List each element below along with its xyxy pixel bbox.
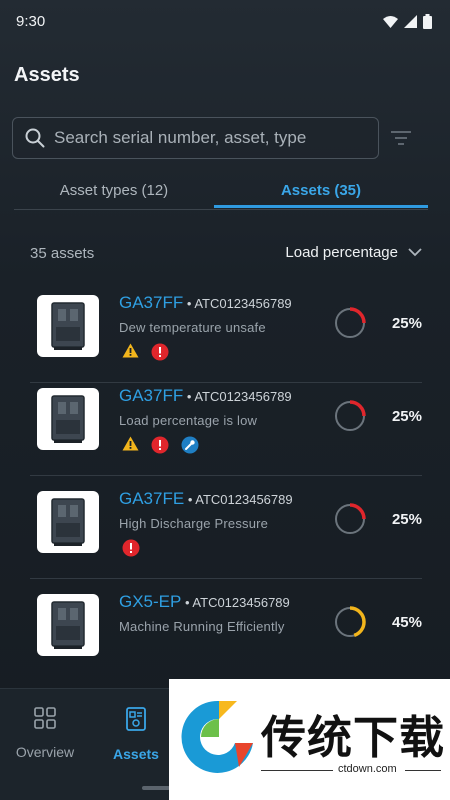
error-icon <box>122 539 140 562</box>
watermark-line-right <box>405 770 441 771</box>
asset-card[interactable]: GX5-EP • ATC0123456789 Machine Running Ef… <box>30 580 422 682</box>
error-icon <box>151 436 169 459</box>
status-bar: 9:30 <box>0 0 450 42</box>
watermark-text: 传统下载 <box>261 711 446 764</box>
asset-status-text: Dew temperature unsafe <box>119 320 266 335</box>
asset-serial: ATC0123456789 <box>195 492 293 507</box>
asset-model: GA37FE <box>119 489 185 508</box>
load-percentage: 45% <box>391 614 422 631</box>
warning-icon <box>122 436 139 459</box>
asset-status-text: High Discharge Pressure <box>119 516 269 531</box>
search-icon <box>25 128 45 148</box>
home-indicator <box>142 786 170 790</box>
status-icons <box>383 14 432 29</box>
battery-icon <box>423 14 432 29</box>
asset-status-text: Load percentage is low <box>119 413 258 428</box>
alert-icons <box>122 343 169 366</box>
sort-dropdown[interactable]: Load percentage <box>285 244 422 261</box>
chevron-down-icon <box>408 248 422 257</box>
load-gauge <box>334 606 366 638</box>
separator-dot: • <box>181 595 193 610</box>
asset-card[interactable]: GA37FE • ATC0123456789 High Discharge Pre… <box>30 477 422 579</box>
tab-asset-types[interactable]: Asset types (12) <box>14 172 214 208</box>
asset-model: GA37FF <box>119 386 184 405</box>
asset-name[interactable]: GA37FF • ATC0123456789 <box>119 293 292 313</box>
nav-assets-label: Assets <box>113 746 159 762</box>
watermark: 传统下载 ctdown.com <box>169 679 450 800</box>
asset-name[interactable]: GX5-EP • ATC0123456789 <box>119 592 290 612</box>
asset-model: GX5-EP <box>119 592 182 611</box>
load-percentage: 25% <box>391 315 422 332</box>
asset-serial: ATC0123456789 <box>194 296 292 311</box>
signal-icon <box>404 15 417 28</box>
warning-icon <box>122 343 139 366</box>
tab-assets[interactable]: Assets (35) <box>214 172 428 208</box>
nav-overview[interactable]: Overview <box>0 707 90 760</box>
separator-dot: • <box>183 296 195 311</box>
error-icon <box>151 343 169 366</box>
load-percentage: 25% <box>391 408 422 425</box>
load-gauge <box>334 400 366 432</box>
load-percentage: 25% <box>391 511 422 528</box>
page-title: Assets <box>14 64 80 86</box>
asset-count: 35 assets <box>30 245 95 262</box>
asset-thumbnail <box>37 388 99 450</box>
asset-model: GA37FF <box>119 293 184 312</box>
assets-icon <box>126 707 146 731</box>
wrench-icon <box>181 436 199 459</box>
load-gauge <box>334 307 366 339</box>
asset-serial: ATC0123456789 <box>194 389 292 404</box>
load-gauge <box>334 503 366 535</box>
search-input[interactable] <box>54 128 364 148</box>
separator-dot: • <box>184 492 196 507</box>
watermark-logo-icon <box>181 700 253 773</box>
asset-serial: ATC0123456789 <box>192 595 290 610</box>
asset-status-text: Machine Running Efficiently <box>119 619 285 634</box>
grid-icon <box>34 707 56 729</box>
nav-overview-label: Overview <box>15 744 75 760</box>
watermark-url: ctdown.com <box>338 763 397 775</box>
filter-icon[interactable] <box>388 127 414 149</box>
asset-name[interactable]: GA37FF • ATC0123456789 <box>119 386 292 406</box>
sort-label: Load percentage <box>285 244 398 261</box>
watermark-line-left <box>261 770 333 771</box>
asset-card[interactable]: GA37FF • ATC0123456789 Load percentage is… <box>30 374 422 476</box>
asset-name[interactable]: GA37FE • ATC0123456789 <box>119 489 293 509</box>
nav-assets[interactable]: Assets <box>91 707 181 762</box>
alert-icons <box>122 436 199 459</box>
tab-bar: Asset types (12) Assets (35) <box>14 172 428 210</box>
alert-icons <box>122 539 140 562</box>
asset-thumbnail <box>37 491 99 553</box>
list-header: 35 assets Load percentage <box>30 244 422 266</box>
status-time: 9:30 <box>16 13 46 30</box>
asset-thumbnail <box>37 594 99 656</box>
asset-card[interactable]: GA37FF • ATC0123456789 Dew temperature un… <box>30 281 422 383</box>
separator-dot: • <box>183 389 195 404</box>
active-tab-indicator <box>214 205 428 208</box>
asset-thumbnail <box>37 295 99 357</box>
search-box[interactable] <box>12 117 379 159</box>
wifi-icon <box>383 15 398 28</box>
